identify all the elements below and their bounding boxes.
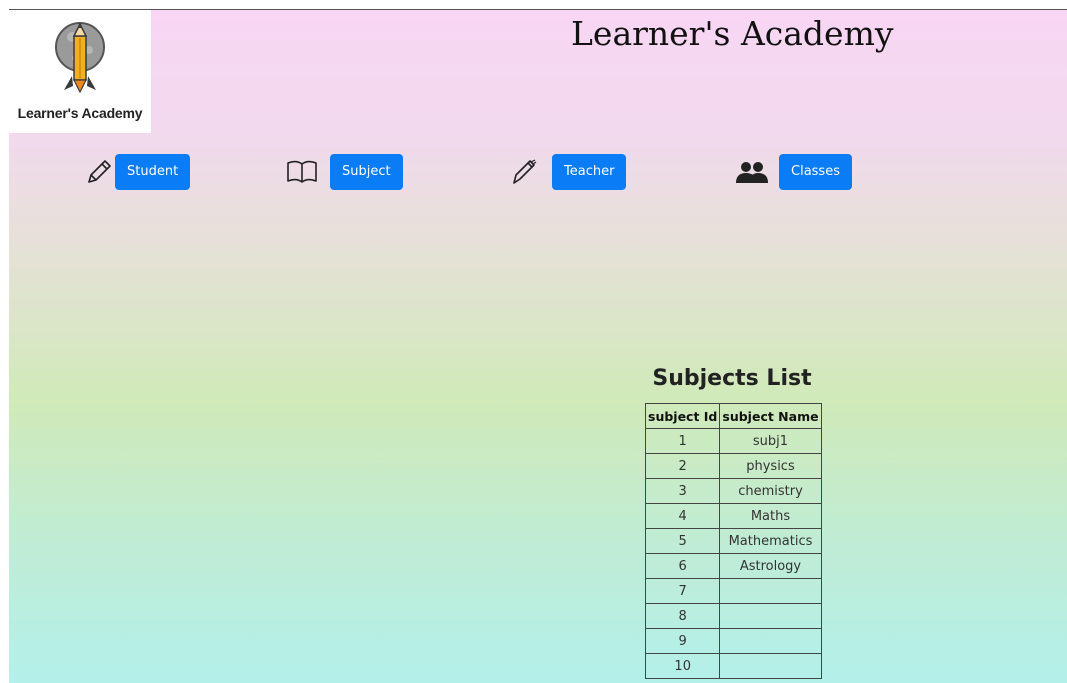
pen-icon (513, 159, 537, 184)
subject-name-cell (719, 653, 822, 679)
subject-name-cell: Astrology (719, 553, 822, 579)
classes-button[interactable]: Classes (779, 154, 852, 190)
table-row: 7 (644, 578, 822, 604)
table-row: 8 (644, 603, 822, 629)
table-header-row: subject Id subject Name (644, 403, 822, 429)
subject-name-cell (719, 578, 822, 604)
subject-id-cell: 4 (644, 503, 721, 529)
subjects-list-title: Subjects List (652, 366, 812, 391)
subjects-table: subject Id subject Name 1 subj1 2 physic… (644, 403, 822, 679)
book-icon (287, 160, 317, 183)
subject-id-cell: 8 (644, 603, 721, 629)
table-row: 6 Astrology (644, 553, 822, 579)
subject-id-cell: 2 (644, 453, 721, 479)
subject-button[interactable]: Subject (330, 154, 403, 190)
site-title: Learner's Academy (571, 14, 894, 53)
column-header-subject-name: subject Name (719, 403, 822, 429)
table-row: 4 Maths (644, 503, 822, 529)
table-row: 5 Mathematics (644, 528, 822, 554)
subject-id-cell: 7 (644, 578, 721, 604)
subject-id-cell: 3 (644, 478, 721, 504)
subject-name-cell: Mathematics (719, 528, 822, 554)
table-row: 10 (644, 653, 822, 679)
subject-id-cell: 9 (644, 628, 721, 654)
logo-text: Learner's Academy (17, 105, 143, 121)
page: Learner's Academy Learner's Academy Stud… (9, 10, 1067, 683)
student-button[interactable]: Student (115, 154, 191, 190)
pencil-icon (88, 160, 111, 183)
subject-name-cell (719, 628, 822, 654)
subject-name-cell (719, 603, 822, 629)
subject-name-cell: chemistry (719, 478, 822, 504)
table-row: 2 physics (644, 453, 822, 479)
people-icon (736, 162, 768, 183)
subject-name-cell: subj1 (719, 428, 822, 454)
column-header-subject-id: subject Id (644, 403, 721, 429)
subject-id-cell: 5 (644, 528, 721, 554)
teacher-button[interactable]: Teacher (552, 154, 627, 190)
subject-id-cell: 10 (644, 653, 721, 679)
rocket-pencil-logo-icon (55, 22, 105, 94)
table-row: 9 (644, 628, 822, 654)
subject-id-cell: 6 (644, 553, 721, 579)
table-row: 3 chemistry (644, 478, 822, 504)
table-row: 1 subj1 (644, 428, 822, 454)
logo: Learner's Academy (9, 10, 151, 133)
subject-name-cell: physics (719, 453, 822, 479)
subject-name-cell: Maths (719, 503, 822, 529)
subject-id-cell: 1 (644, 428, 721, 454)
